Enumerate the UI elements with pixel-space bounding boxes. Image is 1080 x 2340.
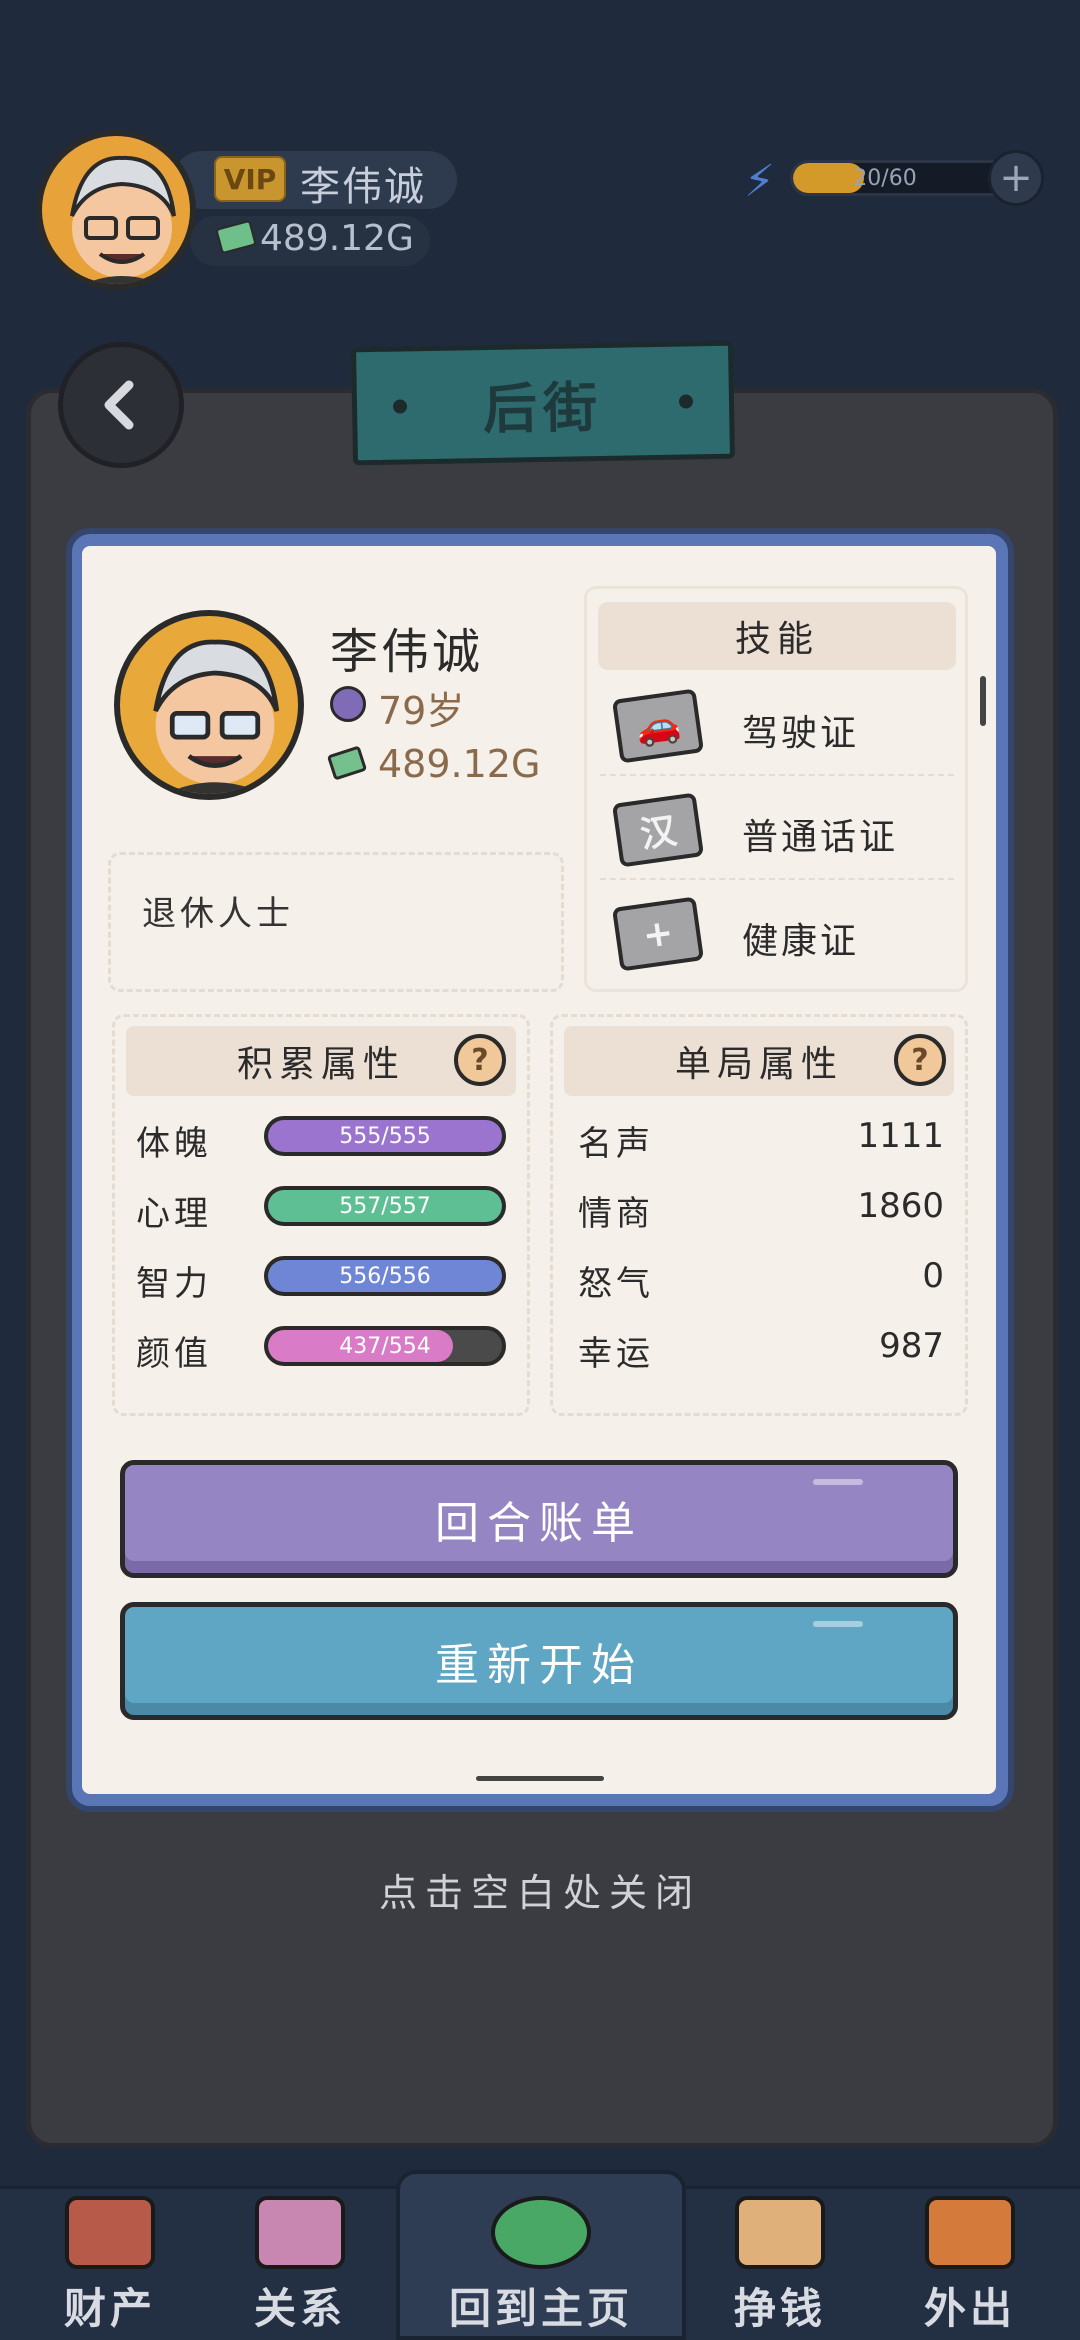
help-icon[interactable]: ? xyxy=(454,1034,506,1086)
stat-value: 1111 xyxy=(857,1116,944,1156)
round-bill-button[interactable]: 回合账单 xyxy=(120,1460,958,1578)
appearance-bar: 437/554 xyxy=(264,1326,506,1366)
han-character-icon: 汉 xyxy=(611,792,705,868)
bio-text: 退休人士 xyxy=(142,894,294,934)
stat-label: 幸运 xyxy=(578,1334,654,1374)
appearance-value: 437/554 xyxy=(339,1333,431,1359)
player-money: 489.12G xyxy=(260,218,414,259)
lightning-icon: ⚡ xyxy=(744,156,775,207)
card-scroll-indicator xyxy=(476,1776,604,1781)
profile-avatar xyxy=(114,610,304,800)
attr-label: 体魄 xyxy=(136,1124,212,1164)
banner-rivet xyxy=(392,399,408,414)
stat-value: 987 xyxy=(879,1326,944,1366)
player-avatar[interactable] xyxy=(36,130,196,290)
nav-label: 财产 xyxy=(63,2284,156,2333)
skill-item[interactable]: 🚗 驾驶证 xyxy=(600,676,954,776)
skills-title: 技能 xyxy=(598,602,956,670)
skill-label: 驾驶证 xyxy=(742,713,860,754)
energy-text: 20/60 xyxy=(853,165,917,191)
attr-label: 心理 xyxy=(136,1194,212,1234)
nav-item-relations[interactable]: 关系 xyxy=(210,2196,390,2336)
psychology-bar: 557/557 xyxy=(264,1186,506,1226)
attr-label: 智力 xyxy=(136,1264,212,1304)
player-name: 李伟诚 xyxy=(300,164,426,210)
title-banner: 后街 xyxy=(350,340,736,466)
energy-bar: 20/60 xyxy=(790,160,1010,196)
clock-icon xyxy=(330,686,366,722)
round-bill-label: 回合账单 xyxy=(435,1498,643,1549)
stat-label: 怒气 xyxy=(578,1264,654,1304)
plus-icon: + xyxy=(611,896,705,972)
physique-value: 555/555 xyxy=(339,1123,431,1149)
profile-money: 489.12G xyxy=(378,742,541,786)
nav-item-home[interactable]: 回到主页 xyxy=(406,2196,676,2336)
profile-name: 李伟诚 xyxy=(330,624,484,680)
attr-label: 颜值 xyxy=(136,1334,212,1374)
add-energy-button[interactable]: + xyxy=(988,150,1044,206)
skill-item[interactable]: + 健康证 xyxy=(600,884,954,984)
house-icon xyxy=(65,2196,155,2269)
nav-label: 挣钱 xyxy=(733,2284,826,2333)
contacts-book-icon xyxy=(255,2196,345,2269)
page-title: 后街 xyxy=(482,375,604,441)
banner-rivet xyxy=(678,394,694,409)
nav-item-go-out[interactable]: 外出 xyxy=(880,2196,1060,2336)
money-fist-icon xyxy=(735,2196,825,2269)
nav-item-assets[interactable]: 财产 xyxy=(20,2196,200,2336)
skill-label: 健康证 xyxy=(742,921,860,962)
chevron-left-icon xyxy=(104,380,134,430)
skill-item[interactable]: 汉 普通话证 xyxy=(600,780,954,880)
stat-value: 1860 xyxy=(857,1186,944,1226)
back-button[interactable] xyxy=(58,342,184,468)
stat-label: 名声 xyxy=(578,1124,654,1164)
nav-label: 关系 xyxy=(253,2284,346,2333)
intelligence-value: 556/556 xyxy=(339,1263,431,1289)
car-icon: 🚗 xyxy=(611,688,705,764)
restart-button[interactable]: 重新开始 xyxy=(120,1602,958,1720)
vip-badge: VIP xyxy=(214,156,286,202)
nav-item-earn[interactable]: 挣钱 xyxy=(690,2196,870,2336)
intelligence-bar: 556/556 xyxy=(264,1256,506,1296)
nav-label: 回到主页 xyxy=(448,2284,633,2333)
stat-value: 0 xyxy=(922,1256,944,1296)
return-arrow-icon xyxy=(491,2196,591,2269)
skills-scrollbar[interactable] xyxy=(980,676,986,726)
profile-age: 79岁 xyxy=(378,689,465,733)
close-hint[interactable]: 点击空白处关闭 xyxy=(0,1862,1080,1917)
psychology-value: 557/557 xyxy=(339,1193,431,1219)
button-shine xyxy=(813,1621,863,1627)
door-exit-icon xyxy=(925,2196,1015,2269)
restart-label: 重新开始 xyxy=(435,1640,643,1691)
stat-label: 情商 xyxy=(578,1194,654,1234)
button-shine xyxy=(813,1479,863,1485)
help-icon[interactable]: ? xyxy=(894,1034,946,1086)
physique-bar: 555/555 xyxy=(264,1116,506,1156)
nav-label: 外出 xyxy=(923,2284,1016,2333)
skill-label: 普通话证 xyxy=(742,817,899,858)
